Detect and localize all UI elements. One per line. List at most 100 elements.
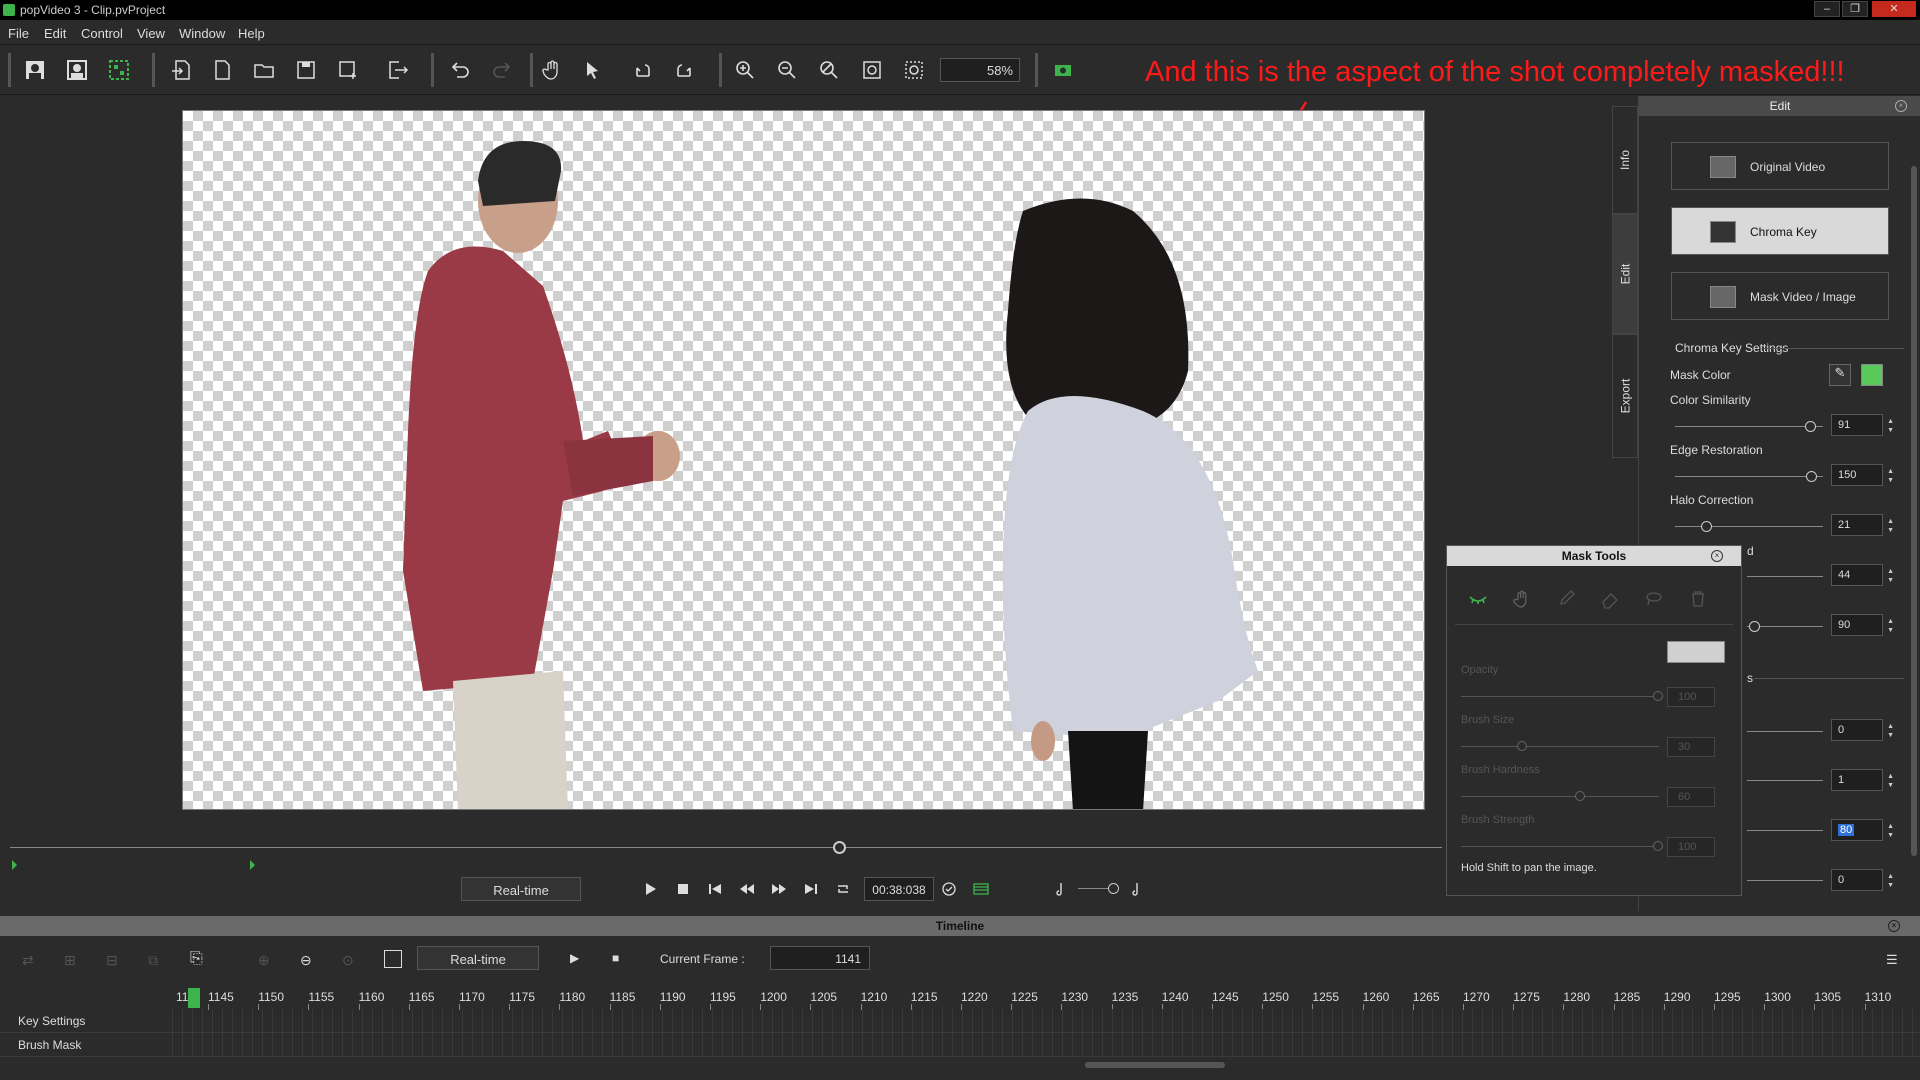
original-video-tool[interactable] bbox=[20, 55, 50, 85]
remove-key-icon[interactable]: ⊟ bbox=[106, 952, 118, 969]
trash-icon[interactable] bbox=[1687, 588, 1709, 610]
hidden-input-5[interactable]: 80 ▲ ▼ bbox=[1831, 819, 1894, 841]
export-button[interactable] bbox=[383, 55, 413, 85]
original-video-button[interactable]: Original Video bbox=[1671, 142, 1889, 190]
edge-restoration-slider[interactable] bbox=[1675, 476, 1823, 477]
timeline-stop-icon[interactable]: ■ bbox=[612, 951, 619, 965]
redo-button[interactable] bbox=[487, 55, 517, 85]
timeline-realtime-button[interactable]: Real-time bbox=[417, 946, 539, 970]
zoom-level-field[interactable]: 58% bbox=[940, 58, 1020, 82]
open-project-button[interactable] bbox=[249, 55, 279, 85]
timeline-zoom-out-icon[interactable]: ⊖ bbox=[300, 952, 312, 969]
opacity-knob[interactable] bbox=[1653, 691, 1663, 701]
timeline-close-icon[interactable]: × bbox=[1888, 920, 1900, 932]
menu-help[interactable]: Help bbox=[238, 26, 265, 41]
out-point-marker[interactable] bbox=[250, 860, 255, 870]
restore-button[interactable]: ❐ bbox=[1842, 1, 1868, 17]
realtime-button[interactable]: Real-time bbox=[461, 877, 581, 901]
hidden-input-2[interactable]: 90 ▲ ▼ bbox=[1831, 614, 1894, 636]
brush-strength-input[interactable]: 100 bbox=[1667, 837, 1715, 857]
menu-view[interactable]: View bbox=[137, 26, 165, 41]
hidden-slider-5[interactable] bbox=[1747, 830, 1823, 831]
track-key-settings[interactable]: Key Settings bbox=[0, 1009, 1920, 1033]
timeline-zoom-in-icon[interactable]: ⊕ bbox=[258, 952, 270, 969]
timeline-frame-icon[interactable] bbox=[384, 950, 402, 968]
halo-correction-input[interactable]: 21 ▲ ▼ bbox=[1831, 514, 1894, 536]
pan-tool[interactable] bbox=[537, 55, 567, 85]
timeline-play-icon[interactable]: ▶ bbox=[570, 951, 579, 965]
hidden-input-6[interactable]: 0 ▲ ▼ bbox=[1831, 869, 1894, 891]
chroma-key-button[interactable]: Chroma Key bbox=[1671, 207, 1889, 255]
menu-file[interactable]: File bbox=[8, 26, 29, 41]
color-similarity-input[interactable]: 91 ▲ ▼ bbox=[1831, 414, 1894, 436]
tab-info[interactable]: Info bbox=[1612, 106, 1638, 214]
select-tool[interactable] bbox=[578, 55, 608, 85]
hidden-input-3[interactable]: 0 ▲ ▼ bbox=[1831, 719, 1894, 741]
playback-scrubber[interactable] bbox=[10, 847, 1442, 848]
current-frame-input[interactable]: 1141 bbox=[770, 946, 870, 970]
video-preview-canvas[interactable] bbox=[182, 110, 1425, 810]
menu-window[interactable]: Window bbox=[179, 26, 225, 41]
fit-to-window-button[interactable] bbox=[857, 55, 887, 85]
go-to-end-button[interactable] bbox=[800, 878, 822, 900]
color-similarity-slider[interactable] bbox=[1675, 426, 1823, 427]
brush-size-input[interactable]: 30 bbox=[1667, 737, 1715, 757]
menu-edit[interactable]: Edit bbox=[44, 26, 66, 41]
hidden-input-1[interactable]: 44 ▲ ▼ bbox=[1831, 564, 1894, 586]
rotate-left-button[interactable] bbox=[628, 55, 658, 85]
mask-video-tool[interactable] bbox=[62, 55, 92, 85]
timecode-mode-button[interactable] bbox=[938, 878, 960, 900]
brush-size-knob[interactable] bbox=[1517, 741, 1527, 751]
zoom-in-button[interactable] bbox=[730, 55, 760, 85]
brush-color-swatch[interactable] bbox=[1667, 641, 1725, 663]
paste-icon[interactable]: ⎘ bbox=[190, 950, 203, 968]
eraser-icon[interactable] bbox=[1599, 588, 1621, 610]
minimize-button[interactable]: – bbox=[1814, 1, 1840, 17]
timeline-playhead[interactable] bbox=[188, 988, 200, 1008]
mask-tools-close-icon[interactable]: × bbox=[1711, 550, 1723, 562]
halo-correction-slider[interactable] bbox=[1675, 526, 1823, 527]
chroma-key-tool[interactable] bbox=[104, 55, 134, 85]
edit-panel-scrollbar[interactable] bbox=[1911, 166, 1917, 856]
edit-panel-close-icon[interactable]: × bbox=[1895, 100, 1907, 112]
eyedropper-icon[interactable]: ✎ bbox=[1829, 364, 1851, 386]
actual-size-button[interactable] bbox=[899, 55, 929, 85]
rotate-right-button[interactable] bbox=[669, 55, 699, 85]
hidden-slider-6[interactable] bbox=[1747, 880, 1823, 881]
opacity-input[interactable]: 100 bbox=[1667, 687, 1715, 707]
tab-export[interactable]: Export bbox=[1612, 334, 1638, 458]
undo-button[interactable] bbox=[445, 55, 475, 85]
close-button[interactable]: ✕ bbox=[1872, 1, 1916, 17]
timeline-settings-icon[interactable]: ☰ bbox=[1886, 952, 1898, 968]
zoom-out-button[interactable] bbox=[772, 55, 802, 85]
track-grid[interactable] bbox=[172, 1033, 1920, 1057]
zoom-reset-button[interactable] bbox=[814, 55, 844, 85]
timeline-toggle-button[interactable] bbox=[970, 878, 992, 900]
brush-hardness-slider[interactable] bbox=[1461, 796, 1659, 797]
speed-slider-knob[interactable] bbox=[1108, 883, 1119, 894]
save-as-button[interactable] bbox=[333, 55, 363, 85]
brush-size-slider[interactable] bbox=[1461, 746, 1659, 747]
playhead-knob[interactable] bbox=[833, 841, 846, 854]
copy-key-icon[interactable]: ⧉ bbox=[148, 952, 158, 969]
menu-control[interactable]: Control bbox=[81, 26, 123, 41]
play-button[interactable] bbox=[639, 878, 661, 900]
edge-restoration-knob[interactable] bbox=[1806, 471, 1818, 482]
in-point-marker[interactable] bbox=[12, 860, 17, 870]
brush-hardness-knob[interactable] bbox=[1575, 791, 1585, 801]
new-project-button[interactable] bbox=[207, 55, 237, 85]
track-grid[interactable] bbox=[172, 1009, 1920, 1033]
next-frame-button[interactable] bbox=[768, 878, 790, 900]
save-button[interactable] bbox=[291, 55, 321, 85]
hand-icon[interactable] bbox=[1511, 588, 1533, 610]
stop-button[interactable] bbox=[672, 878, 694, 900]
eye-icon[interactable] bbox=[1467, 588, 1489, 610]
timeline-ruler[interactable]: 11 1145 1150 1155 1160 1165 1170 1175 1180 1185 11… bbox=[172, 984, 1920, 1010]
timeline-fit-icon[interactable]: ⊙ bbox=[342, 952, 354, 969]
opacity-slider[interactable] bbox=[1461, 696, 1659, 697]
edge-restoration-input[interactable]: 150 ▲ ▼ bbox=[1831, 464, 1894, 486]
previous-frame-button[interactable] bbox=[736, 878, 758, 900]
timeline-scrollbar[interactable] bbox=[1085, 1062, 1225, 1068]
go-to-start-button[interactable] bbox=[704, 878, 726, 900]
mask-video-image-button[interactable]: Mask Video / Image bbox=[1671, 272, 1889, 320]
